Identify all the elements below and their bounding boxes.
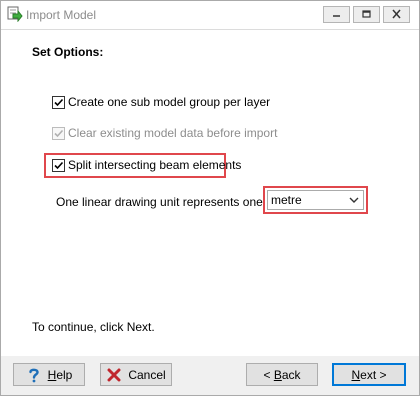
checkbox-create-sub-model-group[interactable] [52,95,65,109]
back-label: < Back [263,367,301,382]
options-panel: Set Options: Create one sub model group … [1,30,419,356]
minimize-icon [333,15,340,17]
option-label: Split intersecting beam elements [68,158,242,172]
close-button[interactable] [383,6,410,23]
option-create-sub-model-group[interactable]: Create one sub model group per layer [52,94,270,110]
restore-icon [362,10,371,18]
chevron-down-icon [349,197,359,203]
checkbox-split-intersecting-beams[interactable] [52,158,65,172]
option-label: Clear existing model data before import [68,126,278,140]
checkmark-icon [54,98,64,106]
app-icon [7,6,23,23]
checkbox-clear-existing-data [52,126,65,140]
minimize-button[interactable] [323,6,350,23]
button-bar: Help Cancel < Back Next > [1,357,419,395]
option-label: Create one sub model group per layer [68,95,271,109]
back-button[interactable]: < Back [246,363,318,386]
checkmark-icon [54,129,64,137]
cancel-x-icon [106,367,122,383]
units-label: One linear drawing unit represents one..… [56,195,273,209]
next-label: Next > [351,367,387,382]
cancel-label: Cancel [128,367,166,382]
units-select[interactable]: metre [267,190,364,210]
cancel-button[interactable]: Cancel [100,363,172,386]
help-button[interactable]: Help [13,363,85,386]
close-icon [392,9,401,19]
section-heading: Set Options: [32,45,104,59]
help-icon [26,367,42,383]
units-selected-value: metre [271,193,302,207]
window-title: Import Model [26,8,97,22]
title-bar[interactable]: Import Model [1,1,419,30]
restore-button[interactable] [353,6,380,23]
help-label: elp [56,367,73,382]
next-button[interactable]: Next > [332,363,406,386]
option-clear-existing-data: Clear existing model data before import [52,125,277,141]
option-split-intersecting-beams[interactable]: Split intersecting beam elements [52,157,241,173]
import-model-dialog: Import Model Set Options: Create one sub… [0,0,420,396]
instruction-text: To continue, click Next. [32,320,155,334]
checkmark-icon [54,161,64,169]
